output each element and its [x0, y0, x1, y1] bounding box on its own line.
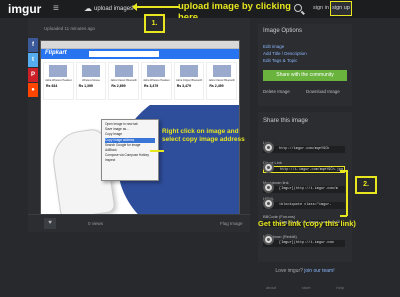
product-row: Jabra Wireless Headset Rs 634 Wireless Mo…: [41, 60, 239, 102]
pinterest-icon[interactable]: P: [28, 68, 38, 82]
social-share-bar: f t P ●: [28, 38, 38, 98]
post-footer: ♥ 0 views Flag Image: [28, 214, 250, 232]
annotation-step-2: 2.: [355, 176, 377, 194]
cloud-upload-icon: ☁: [84, 4, 92, 13]
edit-image-link[interactable]: Edit image: [263, 44, 284, 49]
gear-icon: [263, 142, 274, 153]
upload-label: upload images: [94, 5, 134, 12]
options-title: Image Options: [263, 28, 303, 34]
image-options-panel: Image Options Edit image Add Title / Des…: [258, 24, 352, 106]
product-card: Jabra Clipper Bluetooth Rs 3,479: [173, 62, 205, 100]
add-title-link[interactable]: Add Title / Description: [263, 51, 307, 56]
gear-icon: [263, 182, 274, 193]
annotation-bracket: [346, 170, 348, 216]
heart-icon[interactable]: ♥: [44, 218, 56, 229]
annotation-right-click-text: Right click on image and select copy ima…: [162, 128, 245, 143]
annotation-bracket-bottom: [340, 215, 347, 217]
direct-link-field[interactable]: http://i.imgur.com/mqeY9Ch.jpg: [263, 166, 345, 173]
share-title: Share this image: [263, 118, 309, 124]
html-field[interactable]: <blockquote class="imgur-: [263, 202, 345, 209]
sign-up-button[interactable]: sign up: [330, 1, 352, 16]
gear-icon: [263, 234, 274, 245]
product-hero-image: Open image in new tab Save image as... C…: [41, 105, 239, 221]
gear-icon: [263, 198, 274, 209]
product-card: Wireless Mouse Rs 1,399: [75, 62, 107, 100]
imgur-logo[interactable]: imgur: [8, 2, 41, 16]
annotation-step-1: 1.: [144, 14, 165, 33]
flipkart-logo: Flipkart: [45, 50, 67, 56]
annotation-bracket-top: [340, 170, 347, 172]
twitter-icon[interactable]: t: [28, 53, 38, 67]
gear-icon: [263, 162, 274, 173]
join-team-link[interactable]: join our team!: [304, 268, 334, 274]
product-card: Jabra Wireless Headset Rs 3,479: [141, 62, 172, 100]
reddit-markdown-field[interactable]: [Imgur](http://i.imgur.com: [263, 240, 345, 247]
annotation-arrow-menu: [150, 150, 164, 152]
footer-link[interactable]: about: [266, 285, 276, 290]
view-count: 0 views: [88, 221, 104, 226]
menu-icon[interactable]: ≡: [53, 3, 59, 14]
upload-time: Uploaded 11 minutes ago: [44, 26, 95, 31]
love-imgur-banner: Love imgur? join our team!: [258, 268, 352, 274]
flipkart-search: [89, 51, 159, 57]
bottom-links: about store help: [258, 285, 352, 290]
delete-image-link[interactable]: Delete Image: [263, 89, 290, 94]
edit-tags-link[interactable]: Edit Tags & Topic: [263, 58, 297, 63]
footer-link[interactable]: help: [336, 285, 344, 290]
sign-in-link[interactable]: sign in: [313, 5, 329, 11]
browser-chrome: [41, 41, 239, 49]
link-field[interactable]: http://imgur.com/mqeY9Ch: [263, 146, 345, 153]
annotation-copy-link-text: Get this link (copy this link): [258, 219, 356, 228]
upload-images-button[interactable]: ☁ upload images: [84, 4, 133, 13]
image-post-panel: Uploaded 11 minutes ago Flipkart Jabra W…: [28, 18, 250, 232]
product-card: Jabra Classic Bluetooth Rs 2,699: [108, 62, 140, 100]
reddit-icon[interactable]: ●: [28, 83, 38, 97]
love-text: Love imgur?: [275, 268, 303, 274]
facebook-icon[interactable]: f: [28, 38, 38, 52]
product-card: Jabra Wireless Headset Rs 634: [43, 62, 74, 100]
markdown-link-field[interactable]: [Imgur](http://i.imgur.com/m: [263, 186, 345, 193]
product-card: Jabra Classic Bluetooth Rs 2,499: [206, 62, 238, 100]
download-image-link[interactable]: Download Image: [306, 89, 340, 94]
annotation-arrow-upload: [132, 3, 180, 11]
share-community-button[interactable]: Share with the community: [263, 70, 347, 81]
flag-image-link[interactable]: Flag Image: [220, 221, 243, 226]
footer-link[interactable]: store: [302, 285, 311, 290]
context-menu-item[interactable]: Inspect: [105, 158, 155, 163]
